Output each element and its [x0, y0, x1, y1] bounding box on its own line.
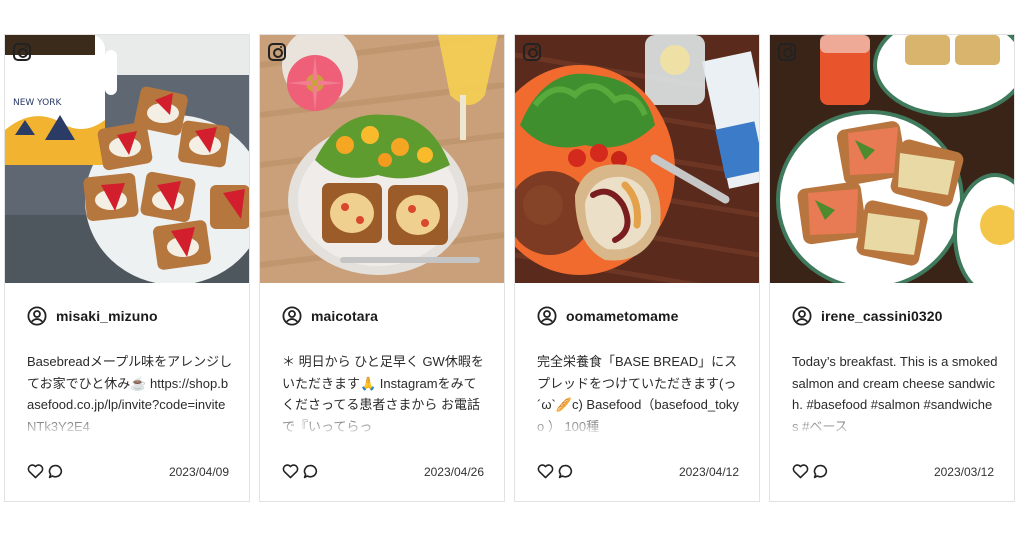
post-photo[interactable] — [770, 35, 1014, 283]
heart-icon[interactable] — [282, 464, 299, 479]
user-circle-icon — [282, 306, 302, 326]
post-author[interactable]: misaki_mizuno — [27, 306, 158, 326]
post-card[interactable]: irene_cassini0320 Today’s breakfast. Thi… — [769, 34, 1015, 502]
post-author[interactable]: oomametomame — [537, 306, 678, 326]
user-circle-icon — [537, 306, 557, 326]
comment-icon[interactable] — [48, 464, 64, 479]
username: misaki_mizuno — [56, 308, 158, 324]
post-actions — [792, 464, 829, 479]
post-actions — [27, 464, 64, 479]
svg-text:NEW YORK: NEW YORK — [13, 98, 63, 108]
post-card[interactable]: oomametomame 完全栄養食「BASE BREAD」にスプレッドをつけて… — [514, 34, 760, 502]
post-author[interactable]: maicotara — [282, 306, 378, 326]
post-photo-image — [515, 35, 759, 283]
username: oomametomame — [566, 308, 679, 324]
user-circle-icon — [792, 306, 812, 326]
comment-icon[interactable] — [303, 464, 319, 479]
post-caption: 完全栄養食「BASE BREAD」にスプレッドをつけていただきます(っ´ω`🥖c… — [537, 351, 743, 437]
instagram-icon — [778, 43, 796, 61]
post-actions — [537, 464, 574, 479]
post-caption: Basebreadメープル味をアレンジしてお家でひと休み☕️ https://s… — [27, 351, 233, 437]
post-photo[interactable]: NEW YORK — [5, 35, 249, 283]
post-date: 2023/03/12 — [933, 465, 994, 479]
heart-icon[interactable] — [792, 464, 809, 479]
instagram-icon — [523, 43, 541, 61]
instagram-icon — [13, 43, 31, 61]
post-photo-image — [260, 35, 504, 283]
instagram-icon — [268, 43, 286, 61]
post-card[interactable]: maicotara ＊ 明日から ひと足早く GW休暇をいただきます🙏 Inst… — [259, 34, 505, 502]
post-photo-image: NEW YORK — [5, 35, 249, 283]
comment-icon[interactable] — [813, 464, 829, 479]
post-caption: ＊ 明日から ひと足早く GW休暇をいただきます🙏 Instagramをみてくだ… — [282, 351, 488, 437]
post-photo[interactable] — [515, 35, 759, 283]
comment-icon[interactable] — [558, 464, 574, 479]
user-circle-icon — [27, 306, 47, 326]
post-date: 2023/04/26 — [423, 465, 484, 479]
post-card[interactable]: NEW YORK misaki_mizuno Basebreadメープル味をアレ… — [4, 34, 250, 502]
post-author[interactable]: irene_cassini0320 — [792, 306, 943, 326]
username: maicotara — [311, 308, 379, 324]
post-actions — [282, 464, 319, 479]
post-caption: Today’s breakfast. This is a smoked salm… — [792, 351, 998, 437]
instagram-feed: NEW YORK misaki_mizuno Basebreadメープル味をアレ… — [0, 0, 1024, 538]
post-date: 2023/04/12 — [678, 465, 739, 479]
post-date: 2023/04/09 — [168, 465, 229, 479]
post-photo-image — [770, 35, 1014, 283]
heart-icon[interactable] — [537, 464, 554, 479]
post-photo[interactable] — [260, 35, 504, 283]
username: irene_cassini0320 — [821, 308, 943, 324]
heart-icon[interactable] — [27, 464, 44, 479]
